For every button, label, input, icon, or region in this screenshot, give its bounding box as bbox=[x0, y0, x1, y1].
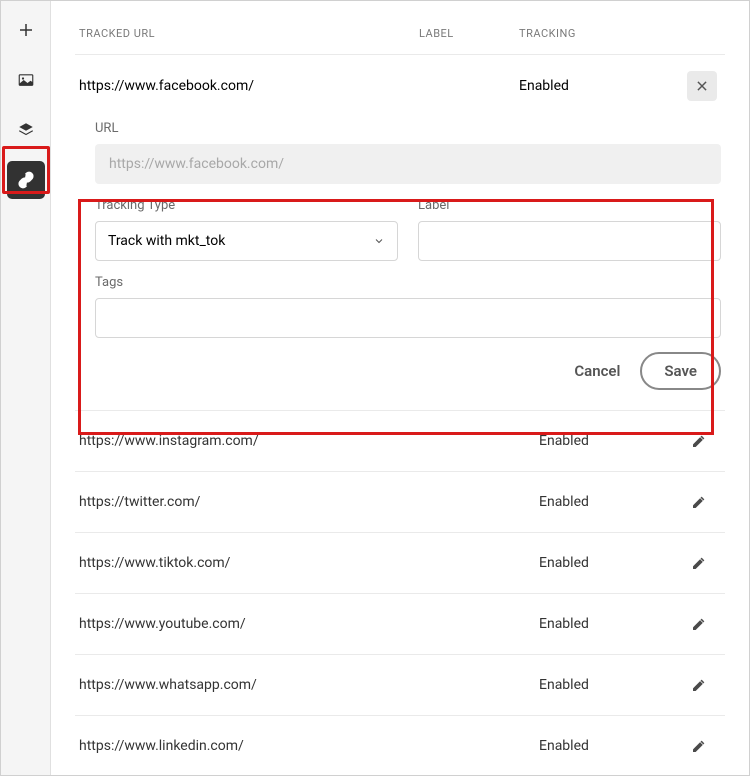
header-tracking: TRACKING bbox=[519, 27, 619, 40]
edit-button[interactable] bbox=[685, 427, 713, 455]
sidebar-links[interactable] bbox=[7, 161, 45, 199]
row-action bbox=[669, 488, 721, 516]
header-label: LABEL bbox=[419, 27, 519, 40]
row-action bbox=[669, 549, 721, 577]
row-action bbox=[669, 671, 721, 699]
sidebar-layers[interactable] bbox=[7, 111, 45, 149]
tags-label: Tags bbox=[95, 275, 721, 290]
row-url: https://www.linkedin.com/ bbox=[79, 738, 539, 754]
row-tracking: Enabled bbox=[539, 677, 669, 693]
row-url: https://www.tiktok.com/ bbox=[79, 555, 539, 571]
column-headers: TRACKED URL LABEL TRACKING bbox=[75, 19, 725, 55]
row-tracking: Enabled bbox=[539, 433, 669, 449]
table-row: https://www.linkedin.com/Enabled bbox=[75, 716, 725, 775]
row-tracking: Enabled bbox=[539, 555, 669, 571]
row-tracking: Enabled bbox=[539, 494, 669, 510]
edit-button[interactable] bbox=[685, 549, 713, 577]
sidebar bbox=[1, 1, 51, 775]
expanded-row: https://www.facebook.com/ Enabled URL ht… bbox=[75, 55, 725, 411]
table-row: https://www.whatsapp.com/Enabled bbox=[75, 655, 725, 716]
edit-button[interactable] bbox=[685, 732, 713, 760]
pencil-icon bbox=[691, 555, 707, 571]
link-icon bbox=[17, 171, 35, 189]
sidebar-add[interactable] bbox=[7, 11, 45, 49]
table-row: https://twitter.com/Enabled bbox=[75, 472, 725, 533]
layers-icon bbox=[17, 121, 35, 139]
edit-button[interactable] bbox=[685, 488, 713, 516]
table-row: https://www.instagram.com/Enabled bbox=[75, 411, 725, 472]
row-url: https://www.whatsapp.com/ bbox=[79, 677, 539, 693]
app-frame: TRACKED URL LABEL TRACKING https://www.f… bbox=[0, 0, 750, 776]
expanded-row-summary: https://www.facebook.com/ Enabled bbox=[75, 55, 725, 117]
tracking-type-label: Tracking Type bbox=[95, 198, 398, 213]
row-tracking: Enabled bbox=[539, 738, 669, 754]
collapse-button[interactable] bbox=[687, 71, 717, 101]
expanded-url: https://www.facebook.com/ bbox=[79, 78, 519, 94]
header-tracked-url: TRACKED URL bbox=[79, 27, 419, 40]
pencil-icon bbox=[691, 738, 707, 754]
row-action bbox=[669, 732, 721, 760]
pencil-icon bbox=[691, 677, 707, 693]
label-input[interactable] bbox=[418, 221, 721, 261]
main-panel: TRACKED URL LABEL TRACKING https://www.f… bbox=[51, 1, 749, 775]
label-field-label: Label bbox=[418, 198, 721, 213]
row-url: https://www.youtube.com/ bbox=[79, 616, 539, 632]
expanded-form: URL https://www.facebook.com/ Tracking T… bbox=[75, 117, 725, 410]
plus-icon bbox=[17, 21, 35, 39]
pencil-icon bbox=[691, 433, 707, 449]
pencil-icon bbox=[691, 494, 707, 510]
row-tracking: Enabled bbox=[539, 616, 669, 632]
url-field-label: URL bbox=[95, 121, 721, 136]
table-row: https://www.tiktok.com/Enabled bbox=[75, 533, 725, 594]
expanded-tracking: Enabled bbox=[519, 78, 649, 94]
row-action bbox=[669, 427, 721, 455]
pencil-icon bbox=[691, 616, 707, 632]
cancel-button[interactable]: Cancel bbox=[574, 362, 620, 380]
save-button[interactable]: Save bbox=[640, 352, 721, 390]
image-icon bbox=[17, 71, 35, 89]
chevron-down-icon bbox=[373, 235, 385, 247]
tracking-type-select[interactable]: Track with mkt_tok bbox=[95, 221, 398, 261]
row-url: https://www.instagram.com/ bbox=[79, 433, 539, 449]
tracking-type-value: Track with mkt_tok bbox=[108, 233, 225, 249]
edit-button[interactable] bbox=[685, 671, 713, 699]
sidebar-image[interactable] bbox=[7, 61, 45, 99]
close-icon bbox=[695, 79, 709, 93]
table-row: https://www.youtube.com/Enabled bbox=[75, 594, 725, 655]
rows-container: https://www.instagram.com/Enabledhttps:/… bbox=[75, 411, 725, 775]
edit-button[interactable] bbox=[685, 610, 713, 638]
row-url: https://twitter.com/ bbox=[79, 494, 539, 510]
row-action bbox=[669, 610, 721, 638]
url-readonly: https://www.facebook.com/ bbox=[95, 144, 721, 184]
tags-input[interactable] bbox=[95, 298, 721, 338]
